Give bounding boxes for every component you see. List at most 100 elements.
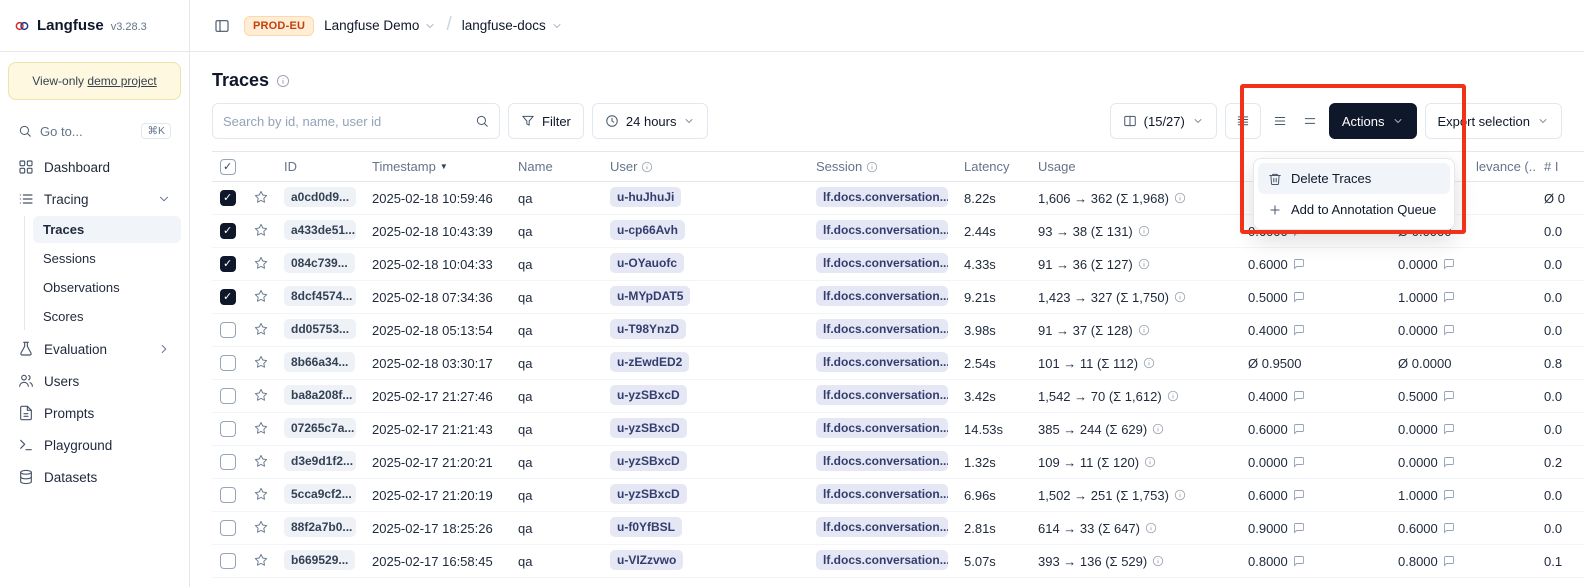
row-checkbox[interactable] (220, 520, 236, 536)
star-icon[interactable] (254, 487, 268, 501)
info-icon[interactable] (1138, 258, 1150, 270)
table-row[interactable]: 88f2a7b0... 2025-02-17 18:25:26 qa u-f0Y… (212, 512, 1584, 545)
row-checkbox[interactable] (220, 322, 236, 338)
session-badge[interactable]: lf.docs.conversation... (816, 187, 948, 207)
info-icon[interactable] (276, 74, 290, 88)
table-row[interactable]: 8b66a34... 2025-02-18 03:30:17 qa u-zEwd… (212, 347, 1584, 380)
comment-icon-a[interactable] (1293, 555, 1305, 567)
sidebar-item-users[interactable]: Users (8, 366, 181, 396)
info-icon[interactable] (1174, 291, 1186, 303)
trace-id-badge[interactable]: b669529... (284, 550, 355, 570)
table-row[interactable]: ba8a208f... 2025-02-17 21:27:46 qa u-yzS… (212, 380, 1584, 413)
comment-icon-a[interactable] (1293, 258, 1305, 270)
info-icon[interactable] (866, 161, 878, 173)
demo-project-link[interactable]: demo project (87, 74, 156, 88)
session-badge[interactable]: lf.docs.conversation... (816, 220, 948, 240)
star-icon[interactable] (254, 355, 268, 369)
row-height-medium-button[interactable] (1269, 110, 1291, 132)
goto-button[interactable]: Go to... ⌘K (8, 116, 181, 146)
user-badge[interactable]: u-yzSBxcD (610, 451, 687, 471)
info-icon[interactable] (1167, 390, 1179, 402)
comment-icon-a[interactable] (1293, 456, 1305, 468)
row-checkbox[interactable] (220, 223, 236, 239)
info-icon[interactable] (1145, 522, 1157, 534)
trace-id-badge[interactable]: a433de51... (284, 220, 356, 240)
user-badge[interactable]: u-yzSBxcD (610, 385, 687, 405)
sidebar-item-dashboard[interactable]: Dashboard (8, 152, 181, 182)
trace-id-badge[interactable]: 8b66a34... (284, 352, 355, 372)
row-checkbox[interactable] (220, 388, 236, 404)
info-icon[interactable] (1138, 225, 1150, 237)
trace-id-badge[interactable]: 5cca9cf2... (284, 484, 356, 504)
star-icon[interactable] (254, 289, 268, 303)
table-row[interactable]: d3e9d1f2... 2025-02-17 21:20:21 qa u-yzS… (212, 446, 1584, 479)
info-icon[interactable] (1174, 489, 1186, 501)
trace-id-badge[interactable]: 07265c7a... (284, 418, 356, 438)
user-badge[interactable]: u-huJhuJi (610, 187, 681, 207)
star-icon[interactable] (254, 322, 268, 336)
sidebar-item-playground[interactable]: Playground (8, 430, 181, 460)
row-checkbox[interactable] (220, 553, 236, 569)
info-icon[interactable] (1143, 357, 1155, 369)
sidebar-item-evaluation[interactable]: Evaluation (8, 334, 181, 364)
row-checkbox[interactable] (220, 190, 236, 206)
info-icon[interactable] (641, 161, 653, 173)
user-badge[interactable]: u-MYpDAT5 (610, 286, 690, 306)
comment-icon-b[interactable] (1443, 258, 1455, 270)
search-input[interactable] (223, 114, 467, 129)
menu-item-delete-traces[interactable]: Delete Traces (1258, 163, 1450, 194)
comment-icon-b[interactable] (1443, 456, 1455, 468)
row-checkbox[interactable] (220, 487, 236, 503)
sidebar-item-scores[interactable]: Scores (33, 303, 181, 330)
trace-id-badge[interactable]: 084c739... (284, 253, 355, 273)
table-row[interactable]: b669529... 2025-02-17 16:58:45 qa u-VIZz… (212, 545, 1584, 578)
star-icon[interactable] (254, 520, 268, 534)
timestamp-column-header[interactable]: Timestamp▼ (364, 152, 510, 182)
session-badge[interactable]: lf.docs.conversation... (816, 550, 948, 570)
user-badge[interactable]: u-OYauofc (610, 253, 684, 273)
trace-id-badge[interactable]: a0cd0d9... (284, 187, 356, 207)
user-badge[interactable]: u-cp66Avh (610, 220, 685, 240)
row-checkbox[interactable] (220, 289, 236, 305)
trace-id-badge[interactable]: 8dcf4574... (284, 286, 356, 306)
user-badge[interactable]: u-VIZzvwo (610, 550, 683, 570)
actions-button[interactable]: Actions (1329, 103, 1417, 139)
session-badge[interactable]: lf.docs.conversation... (816, 484, 948, 504)
row-height-large-button[interactable] (1299, 110, 1321, 132)
info-icon[interactable] (1144, 456, 1156, 468)
star-icon[interactable] (254, 454, 268, 468)
session-badge[interactable]: lf.docs.conversation... (816, 352, 948, 372)
search-icon[interactable] (475, 114, 489, 128)
table-row[interactable]: 07265c7a... 2025-02-17 21:21:43 qa u-yzS… (212, 413, 1584, 446)
star-icon[interactable] (254, 223, 268, 237)
info-icon[interactable] (1138, 324, 1150, 336)
star-icon[interactable] (254, 553, 268, 567)
comment-icon-a[interactable] (1293, 489, 1305, 501)
user-badge[interactable]: u-f0YfBSL (610, 517, 682, 537)
sidebar-item-traces[interactable]: Traces (33, 216, 181, 243)
session-badge[interactable]: lf.docs.conversation... (816, 319, 948, 339)
info-icon[interactable] (1152, 555, 1164, 567)
table-row[interactable]: 8dcf4574... 2025-02-18 07:34:36 qa u-MYp… (212, 281, 1584, 314)
column-visibility-button[interactable]: (15/27) (1110, 103, 1217, 139)
star-icon[interactable] (254, 256, 268, 270)
star-icon[interactable] (254, 388, 268, 402)
comment-icon-b[interactable] (1443, 324, 1455, 336)
session-badge[interactable]: lf.docs.conversation... (816, 517, 948, 537)
session-badge[interactable]: lf.docs.conversation... (816, 451, 948, 471)
session-badge[interactable]: lf.docs.conversation... (816, 286, 948, 306)
sidebar-item-prompts[interactable]: Prompts (8, 398, 181, 428)
comment-icon-b[interactable] (1443, 423, 1455, 435)
sidebar-item-observations[interactable]: Observations (33, 274, 181, 301)
select-all-checkbox[interactable] (220, 159, 236, 175)
row-height-small-button[interactable] (1225, 103, 1261, 139)
trace-id-badge[interactable]: d3e9d1f2... (284, 451, 356, 471)
table-row[interactable]: 5cca9cf2... 2025-02-17 21:20:19 qa u-yzS… (212, 479, 1584, 512)
comment-icon-a[interactable] (1293, 324, 1305, 336)
comment-icon-b[interactable] (1443, 555, 1455, 567)
session-badge[interactable]: lf.docs.conversation... (816, 418, 948, 438)
sidebar-toggle-button[interactable] (210, 14, 234, 38)
sidebar-item-tracing[interactable]: Tracing (8, 184, 181, 214)
user-badge[interactable]: u-zEwdED2 (610, 352, 689, 372)
project-switcher[interactable]: langfuse-docs (462, 18, 563, 33)
